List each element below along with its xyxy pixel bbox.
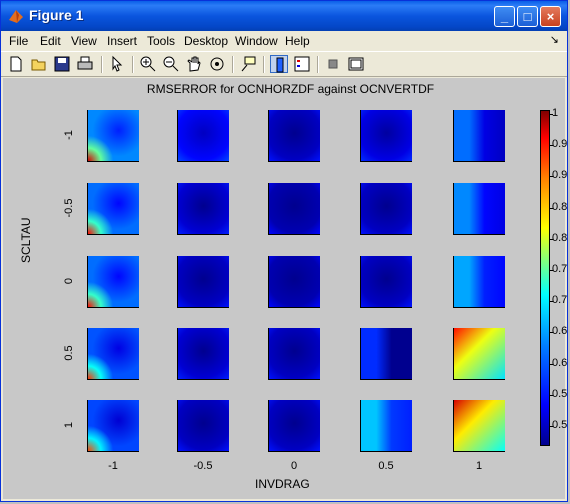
zoom-out-icon[interactable] [162, 55, 180, 73]
x-tick-label: 0 [290, 460, 298, 472]
heatmap-panel [360, 400, 412, 452]
menu-tools[interactable]: Tools [147, 34, 175, 48]
heatmap-panel [268, 328, 320, 380]
x-tick-label: 1 [475, 460, 483, 472]
heatmap-panel [453, 183, 505, 235]
menu-insert[interactable]: Insert [107, 34, 137, 48]
data-cursor-icon[interactable] [239, 55, 257, 73]
menu-desktop[interactable]: Desktop [184, 34, 228, 48]
colorbar-tick-label: 0.9 [552, 138, 568, 151]
heatmap-panel [453, 400, 505, 452]
x-tick-label: -0.5 [193, 460, 213, 472]
menubar-dock-arrow-icon[interactable]: ↘ [550, 33, 559, 46]
heatmap-panel [177, 328, 229, 380]
heatmap-panel [87, 110, 139, 162]
x-axis-label: INVDRAG [255, 477, 310, 491]
heatmap-panel [360, 183, 412, 235]
colorbar-tick-label: 0.8 [552, 200, 568, 213]
y-tick-label: -1 [63, 130, 75, 140]
heatmap-panel [87, 183, 139, 235]
y-axis-label: SCLTAU [19, 217, 33, 263]
colorbar-tick-label: 0.9 [552, 169, 568, 182]
y-tick-label: -0.5 [63, 198, 75, 218]
heatmap-panel [360, 328, 412, 380]
show-plot-tools-icon[interactable] [347, 55, 365, 73]
window-title: Figure 1 [29, 7, 84, 23]
figure-canvas: RMSERROR for OCNHORZDF against OCNVERTDF… [3, 78, 568, 499]
colorbar-tick-label: 0.8 [552, 231, 568, 244]
y-tick-label: 1 [63, 421, 75, 429]
colorbar-tick-label: 0.6 [552, 325, 568, 338]
y-tick-label: 0 [63, 277, 75, 285]
heatmap-panel [268, 183, 320, 235]
heatmap-panel [177, 183, 229, 235]
colorbar-tick-label: 0.7 [552, 263, 568, 275]
hide-plot-tools-icon[interactable] [324, 55, 342, 73]
menu-view[interactable]: View [71, 34, 97, 48]
y-tick-label: 0.5 [63, 345, 75, 361]
menu-help[interactable]: Help [285, 34, 310, 48]
chart-title: RMSERROR for OCNHORZDF against OCNVERTDF [146, 82, 435, 96]
menu-edit[interactable]: Edit [40, 34, 61, 48]
colorbar-tick-label: 0.5 [552, 387, 568, 400]
colorbar-tick-label: 0.5 [552, 419, 568, 431]
heatmap-panel [453, 328, 505, 380]
new-file-icon[interactable] [7, 55, 25, 73]
open-folder-icon[interactable] [30, 55, 48, 73]
matlab-logo-icon [9, 10, 23, 23]
menu-bar: File Edit View Insert Tools Desktop Wind… [1, 31, 567, 51]
x-tick-label: -1 [108, 460, 118, 472]
colorbar-tick-label: 0.7 [552, 294, 568, 307]
colorbar-icon[interactable] [270, 55, 288, 73]
minimize-button[interactable]: _ [494, 6, 515, 27]
menu-file[interactable]: File [9, 34, 28, 48]
heatmap-panel [177, 400, 229, 452]
heatmap-panel [87, 328, 139, 380]
colorbar-tick-label: 1 [552, 107, 559, 119]
heatmap-panel [268, 110, 320, 162]
figure-toolbar [1, 51, 567, 77]
colorbar-tick-label: 0.6 [552, 356, 568, 369]
heatmap-panel [360, 256, 412, 308]
heatmap-panel [268, 256, 320, 308]
pointer-icon[interactable] [108, 55, 126, 73]
menu-window[interactable]: Window [235, 34, 278, 48]
print-icon[interactable] [76, 55, 94, 73]
heatmap-panel [453, 110, 505, 162]
zoom-in-icon[interactable] [139, 55, 157, 73]
x-tick-label: 0.5 [378, 460, 394, 472]
legend-icon[interactable] [293, 55, 311, 73]
heatmap-panel [87, 256, 139, 308]
save-icon[interactable] [53, 55, 71, 73]
heatmap-panel [453, 256, 505, 308]
maximize-button[interactable]: □ [517, 6, 538, 27]
title-bar[interactable]: Figure 1 _ □ × [1, 1, 567, 31]
heatmap-panel [87, 400, 139, 452]
close-button[interactable]: × [540, 6, 561, 27]
heatmap-panel [177, 256, 229, 308]
heatmap-panel [268, 400, 320, 452]
heatmap-panel [177, 110, 229, 162]
rotate-3d-icon[interactable] [208, 55, 226, 73]
figure-window: Figure 1 _ □ × File Edit View Insert Too… [0, 0, 568, 502]
pan-hand-icon[interactable] [185, 55, 203, 73]
heatmap-panel [360, 110, 412, 162]
